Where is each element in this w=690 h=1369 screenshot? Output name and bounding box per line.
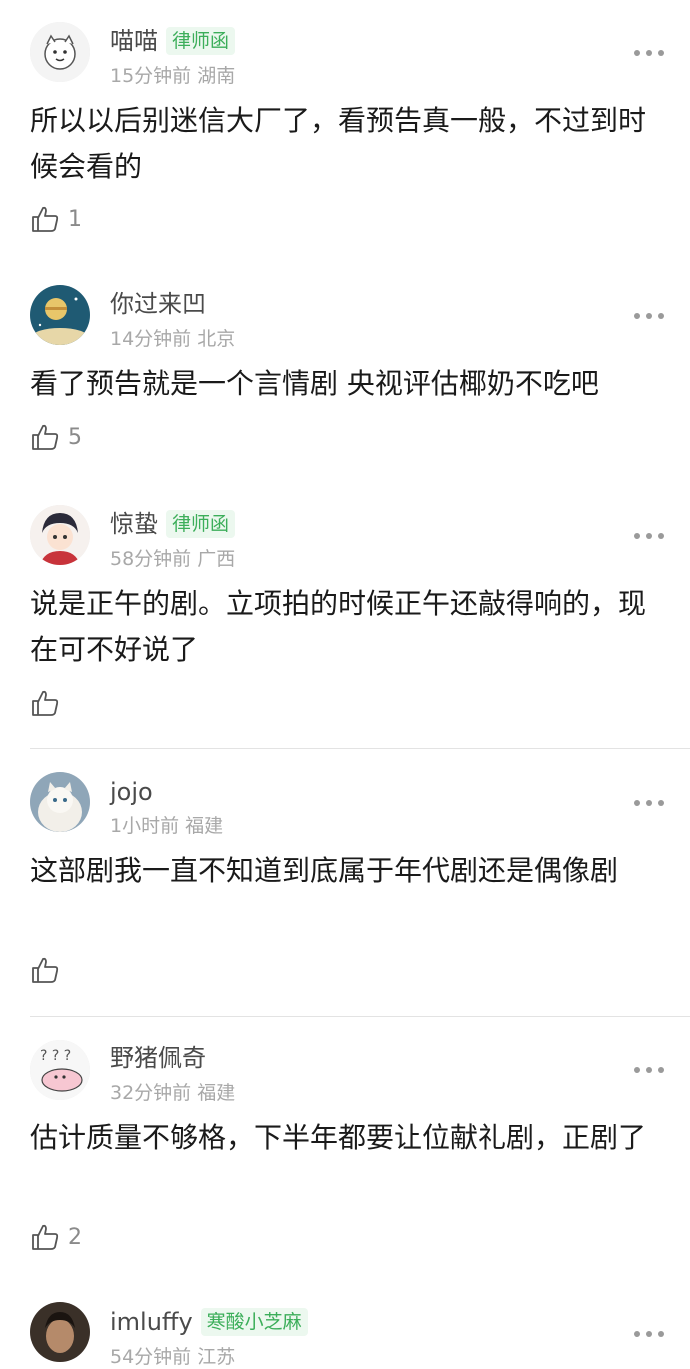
cartoon-cat-avatar (30, 22, 90, 82)
more-options-icon[interactable] (634, 530, 664, 542)
comment-time: 58分钟前 (110, 548, 192, 570)
like-button[interactable]: 2 (30, 1222, 82, 1252)
like-count: 2 (68, 1224, 82, 1250)
comment-time: 15分钟前 (110, 65, 192, 87)
divider (30, 1016, 690, 1017)
pink-cartoon-avatar: ? ? ? (30, 1040, 90, 1100)
avatar[interactable] (30, 22, 90, 82)
comment-location: 湖南 (197, 65, 236, 87)
username[interactable]: 喵喵 (110, 26, 158, 56)
username[interactable]: 惊蛰 (110, 509, 158, 539)
comment-meta: 1小时前 福建 (110, 811, 223, 838)
comment-text: 看了预告就是一个言情剧 央视评估椰奶不吃吧 (30, 367, 599, 400)
thumbs-up-icon (32, 690, 59, 716)
avatar[interactable] (30, 285, 90, 345)
comment-time: 1小时前 (110, 815, 180, 837)
like-button[interactable]: 5 (30, 422, 82, 452)
avatar[interactable] (30, 1302, 90, 1362)
comment-meta: 15分钟前 湖南 (110, 61, 235, 88)
like-button[interactable]: 1 (30, 204, 82, 234)
thumbs-up-icon (32, 1224, 59, 1250)
comment-text: 这部剧我一直不知道到底属于年代剧还是偶像剧 (30, 854, 619, 887)
comment-text: 说是正午的剧。立项拍的时候正午还敲得响的，现在可不好说了 (30, 587, 647, 666)
more-options-icon[interactable] (634, 1064, 664, 1076)
user-badge[interactable]: 寒酸小芝麻 (200, 1308, 308, 1336)
comment-text: 所以以后别迷信大厂了，看预告真一般，不过到时候会看的 (30, 104, 647, 183)
comment-location: 江苏 (197, 1346, 236, 1368)
divider (30, 748, 690, 749)
comment-time: 14分钟前 (110, 328, 192, 350)
comment-location: 福建 (197, 1082, 236, 1104)
thumbs-up-icon (32, 957, 59, 983)
comment-time: 54分钟前 (110, 1346, 192, 1368)
comment-location: 广西 (197, 548, 236, 570)
man-photo-avatar (30, 1302, 90, 1362)
night-planet-avatar (30, 285, 90, 345)
thumbs-up-icon (32, 424, 59, 450)
like-count: 5 (68, 424, 82, 450)
like-button[interactable] (30, 955, 68, 985)
white-cat-avatar (30, 772, 90, 832)
avatar[interactable] (30, 505, 90, 565)
more-options-icon[interactable] (634, 797, 664, 809)
svg-text:? ? ?: ? ? ? (40, 1048, 71, 1064)
comment-location: 福建 (185, 815, 224, 837)
like-button[interactable] (30, 688, 68, 718)
more-options-icon[interactable] (634, 310, 664, 322)
like-count: 1 (68, 206, 82, 232)
username[interactable]: imluffy (110, 1307, 193, 1337)
username[interactable]: 你过来凹 (110, 289, 206, 319)
comment-meta: 58分钟前 广西 (110, 544, 235, 571)
comment-text: 估计质量不够格，下半年都要让位献礼剧，正剧了 (30, 1121, 647, 1154)
avatar[interactable]: ? ? ? (30, 1040, 90, 1100)
more-options-icon[interactable] (634, 1328, 664, 1340)
thumbs-up-icon (32, 206, 59, 232)
comment-meta: 14分钟前 北京 (110, 324, 235, 351)
comment-meta: 32分钟前 福建 (110, 1078, 235, 1105)
user-badge[interactable]: 律师函 (166, 510, 236, 538)
comment-meta: 54分钟前 江苏 (110, 1342, 235, 1369)
comment-location: 北京 (197, 328, 236, 350)
anime-boy-avatar (30, 505, 90, 565)
username[interactable]: jojo (110, 777, 153, 807)
user-badge[interactable]: 律师函 (166, 27, 236, 55)
comment-time: 32分钟前 (110, 1082, 192, 1104)
more-options-icon[interactable] (634, 47, 664, 59)
username[interactable]: 野猪佩奇 (110, 1043, 206, 1073)
avatar[interactable] (30, 772, 90, 832)
